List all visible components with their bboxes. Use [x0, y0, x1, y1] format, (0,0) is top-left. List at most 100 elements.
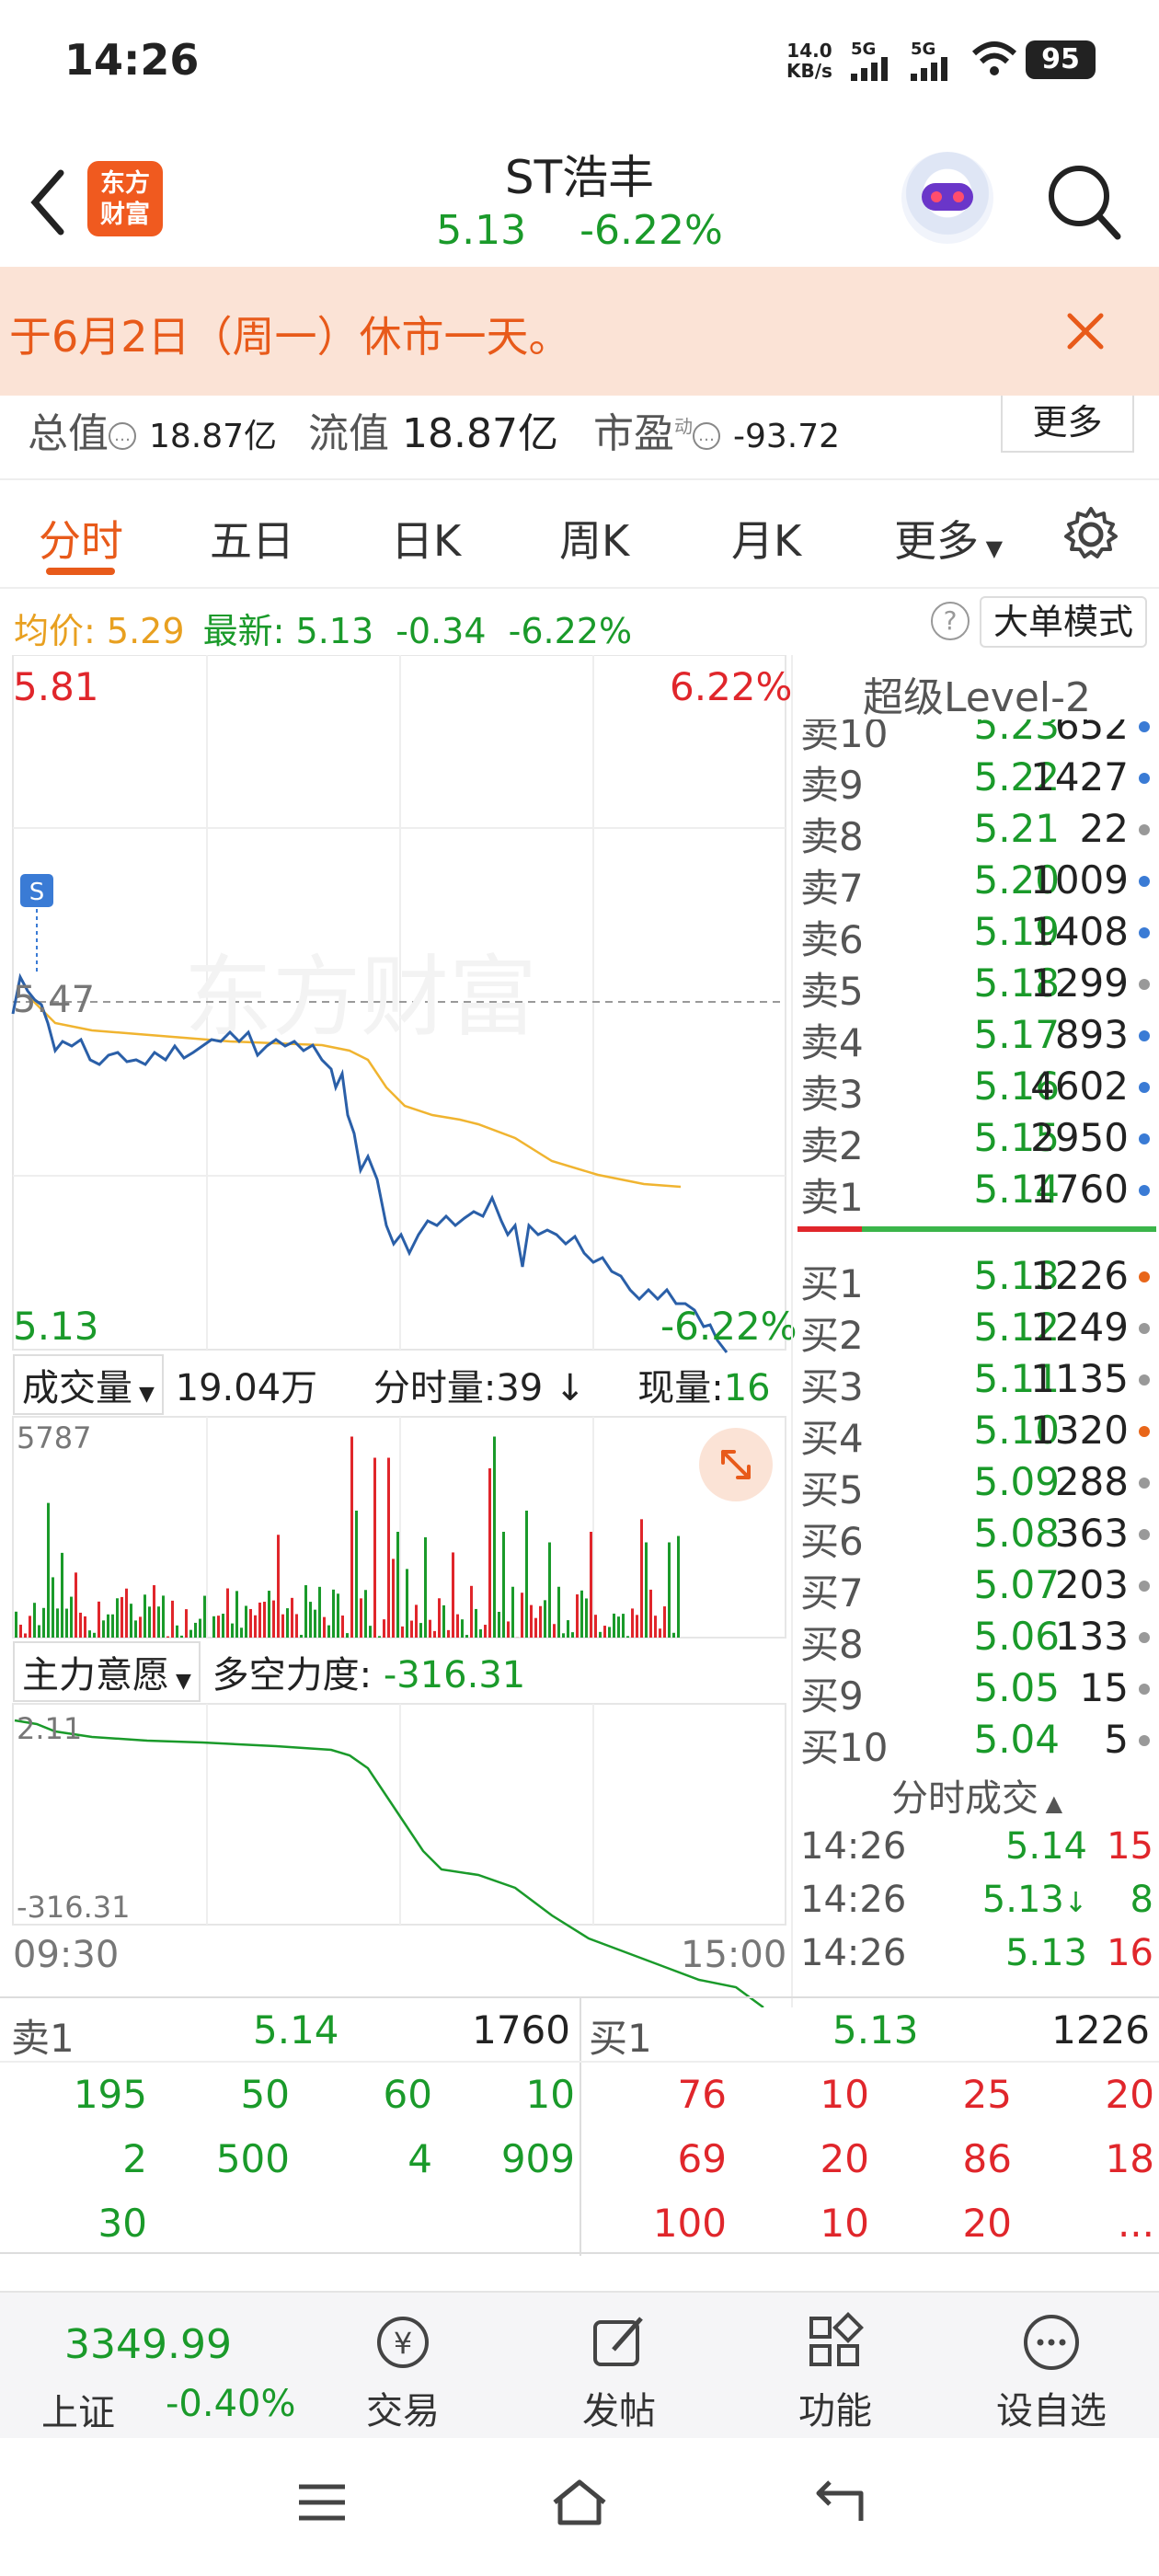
bid-row[interactable]: 买9 5.05 15: [793, 1665, 1159, 1719]
volume-bar: [15, 1611, 17, 1638]
volume-bar: [217, 1616, 220, 1638]
volume-bar: [153, 1585, 155, 1638]
ask-row[interactable]: 卖9 5.22 1427: [793, 754, 1159, 808]
bid-row[interactable]: 买3 5.11 1135: [793, 1356, 1159, 1409]
tick-volume: 8: [1130, 1879, 1153, 1921]
bid-volume: 15: [1079, 1665, 1129, 1710]
tick-price: 5.13: [1004, 1932, 1087, 1974]
wifi-icon: [971, 41, 1017, 75]
order-dot-icon: [1139, 1632, 1150, 1643]
volume-bar: [470, 1585, 473, 1638]
ai-assistant-icon[interactable]: [901, 152, 993, 244]
bid-row[interactable]: 买4 5.10 1320: [793, 1408, 1159, 1461]
tick-list: 14:26 5.14 15 14:26 5.13↓ 8 14:26 5.13 16: [793, 1825, 1159, 2009]
nav-trade[interactable]: ¥ 交易: [329, 2309, 476, 2434]
ask-row[interactable]: 卖8 5.21 22: [793, 806, 1159, 859]
queue-order-cell: 20: [962, 2201, 1012, 2246]
volume-bar: [102, 1620, 105, 1638]
queue-order-cell: 76: [677, 2072, 727, 2117]
nav-post[interactable]: 发帖: [545, 2309, 693, 2434]
ask-volume: 652: [1054, 719, 1129, 748]
ask-row[interactable]: 卖3 5.16 4602: [793, 1064, 1159, 1117]
nav-add-watchlist[interactable]: 设自选: [978, 2309, 1125, 2434]
current-price: 5.13: [436, 207, 527, 254]
watermark: 东方财富: [184, 946, 537, 1049]
more-button[interactable]: 更多: [1001, 396, 1134, 453]
volume-bar: [70, 1596, 73, 1638]
ask-row[interactable]: 卖2 5.15 2950: [793, 1115, 1159, 1168]
chart-high-price: 5.81: [13, 664, 99, 709]
volume-bar: [401, 1626, 404, 1638]
volume-bar: [130, 1604, 132, 1638]
intent-header: 主力意愿 ▼ 多空力度: -316.31: [13, 1641, 786, 1702]
volume-bar: [429, 1619, 431, 1638]
queue-order-cell: 50: [240, 2072, 290, 2117]
search-icon[interactable]: [1044, 159, 1122, 242]
bid-row[interactable]: 买7 5.07 203: [793, 1562, 1159, 1616]
tab-weekly-k[interactable]: 周K: [559, 508, 629, 569]
nav-functions[interactable]: 功能: [762, 2309, 909, 2434]
ask-row[interactable]: 卖10 5.23 652: [793, 719, 1159, 756]
bid-price: 5.08: [973, 1511, 1060, 1556]
volume-bar: [226, 1588, 229, 1638]
volume-bar: [148, 1606, 151, 1638]
close-icon[interactable]: [1062, 308, 1108, 354]
ask-row[interactable]: 卖4 5.17 893: [793, 1012, 1159, 1065]
network-speed: 14.0 KB/s: [786, 40, 832, 82]
volume-bar: [475, 1608, 477, 1638]
tab-intraday[interactable]: 分时: [39, 508, 123, 569]
volume-bar: [166, 1636, 169, 1638]
bid-row[interactable]: 买1 5.13 1226: [793, 1253, 1159, 1306]
order-dot-icon: [1139, 1478, 1150, 1489]
volume-bar: [603, 1626, 606, 1638]
ticks-title[interactable]: 分时成交 ▲: [793, 1768, 1159, 1822]
svg-text:¥: ¥: [394, 2326, 412, 2361]
volume-bar: [387, 1457, 390, 1638]
volume-bar: [585, 1598, 588, 1638]
bid-row[interactable]: 买10 5.04 5: [793, 1717, 1159, 1770]
ask-volume: 1427: [1030, 754, 1129, 799]
home-icon[interactable]: [547, 2475, 612, 2530]
market-notice-banner: 于6月2日（周一）休市一天。: [0, 267, 1159, 396]
order-dot-icon: [1139, 1735, 1150, 1746]
menu-icon[interactable]: [294, 2479, 350, 2525]
tab-five-day[interactable]: 五日: [210, 508, 294, 569]
tab-more[interactable]: 更多 ▼: [894, 508, 1003, 569]
volume-bar: [258, 1602, 261, 1638]
volume-bar: [19, 1624, 22, 1638]
queue-order-cell: 30: [98, 2201, 147, 2246]
back-icon[interactable]: [809, 2475, 868, 2530]
volume-bar: [608, 1627, 611, 1638]
valuation-row: 总值… 18.87亿 流值 18.87亿 市盈动… -93.72 更多: [0, 396, 1159, 474]
volume-indicator-select[interactable]: 成交量 ▼: [13, 1354, 164, 1415]
volume-bar: [525, 1511, 528, 1638]
bid-row[interactable]: 买8 5.06 133: [793, 1614, 1159, 1667]
ask-row[interactable]: 卖5 5.18 1299: [793, 960, 1159, 1014]
bid-row[interactable]: 买2 5.12 1249: [793, 1305, 1159, 1358]
ask-row[interactable]: 卖6 5.19 1408: [793, 909, 1159, 962]
help-icon[interactable]: ?: [931, 602, 970, 640]
index-ticker[interactable]: 3349.99 上证 -0.40%: [18, 2298, 313, 2436]
intent-indicator-select[interactable]: 主力意愿 ▼: [13, 1641, 201, 1702]
volume-bar: [539, 1605, 542, 1638]
expand-icon[interactable]: [699, 1428, 773, 1501]
volume-bar: [162, 1595, 165, 1638]
tab-monthly-k[interactable]: 月K: [731, 508, 801, 569]
signal-icon-2: 5G: [911, 37, 947, 81]
ask-row[interactable]: 卖7 5.20 1009: [793, 857, 1159, 911]
ask-price: 5.17: [973, 1012, 1060, 1057]
order-dot-icon: [1139, 927, 1150, 938]
volume-bar: [88, 1630, 91, 1638]
bid-row[interactable]: 买6 5.08 363: [793, 1511, 1159, 1564]
info-icon[interactable]: …: [693, 422, 720, 450]
settings-gear-icon[interactable]: [1062, 506, 1119, 563]
tab-daily-k[interactable]: 日K: [391, 508, 461, 569]
large-order-mode-button[interactable]: 大单模式: [980, 596, 1147, 648]
chart-low-price: 5.13: [13, 1304, 99, 1349]
info-icon[interactable]: …: [109, 422, 136, 450]
bid-row[interactable]: 买5 5.09 288: [793, 1459, 1159, 1512]
ask-row[interactable]: 卖1 5.14 1760: [793, 1167, 1159, 1220]
bid-level-label: 买3: [800, 1364, 864, 1409]
edit-icon: [593, 2317, 643, 2366]
volume-bar: [493, 1436, 496, 1638]
